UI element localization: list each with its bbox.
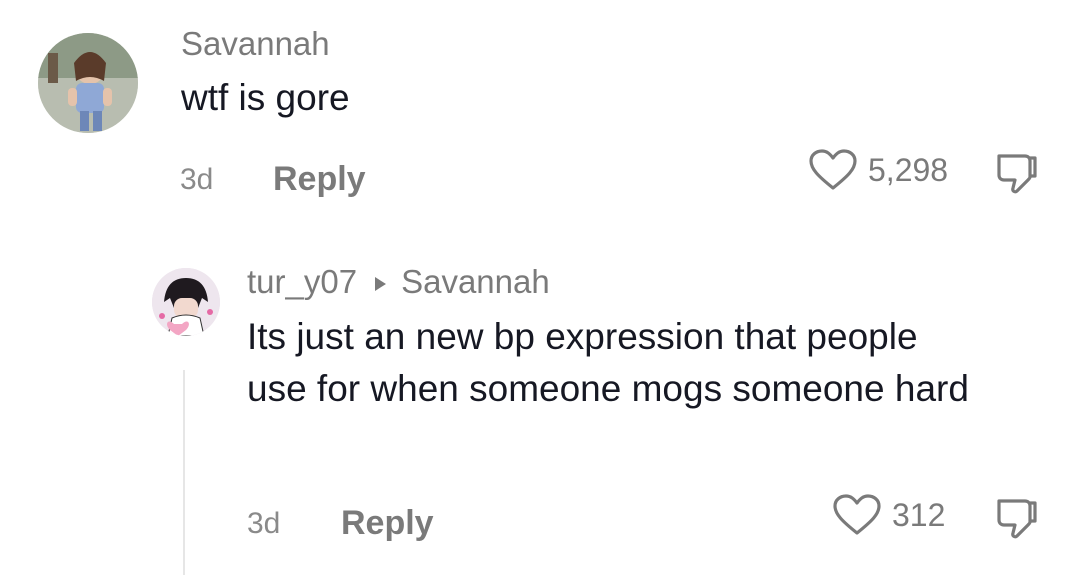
reply-text: Its just an new bp expression that peopl… — [247, 316, 969, 409]
reply-button[interactable]: Reply — [273, 160, 366, 199]
comment-item: Savannah wtf is gore 3d Reply 5,298 — [0, 0, 1080, 220]
heart-outline-icon — [832, 493, 882, 537]
reply-header: tur_y07 Savannah — [247, 263, 550, 301]
avatar[interactable] — [38, 33, 138, 133]
reply-username[interactable]: tur_y07 — [247, 263, 357, 300]
comment-text: wtf is gore — [181, 77, 350, 118]
user-avatar-photo-icon — [38, 33, 138, 133]
reply-button[interactable]: Reply — [341, 504, 434, 543]
dislike-button[interactable] — [993, 495, 1039, 541]
reply-item: tur_y07 Savannah Its just an new bp expre… — [0, 250, 1080, 575]
like-count: 312 — [892, 496, 946, 533]
anime-avatar-icon — [152, 268, 220, 336]
avatar[interactable] — [152, 268, 220, 336]
comment-username[interactable]: Savannah — [181, 25, 330, 63]
thumbs-down-icon — [997, 499, 1037, 539]
dislike-button[interactable] — [993, 150, 1039, 196]
reply-timestamp: 3d — [247, 507, 281, 540]
thumbs-down-icon — [997, 154, 1037, 194]
reply-to-username[interactable]: Savannah — [401, 263, 550, 300]
triangle-right-icon — [373, 276, 387, 292]
like-button[interactable]: 5,298 — [808, 148, 948, 192]
like-count: 5,298 — [868, 151, 949, 188]
heart-outline-icon — [808, 148, 858, 192]
comment-timestamp: 3d — [180, 163, 214, 196]
like-button[interactable]: 312 — [832, 493, 945, 537]
